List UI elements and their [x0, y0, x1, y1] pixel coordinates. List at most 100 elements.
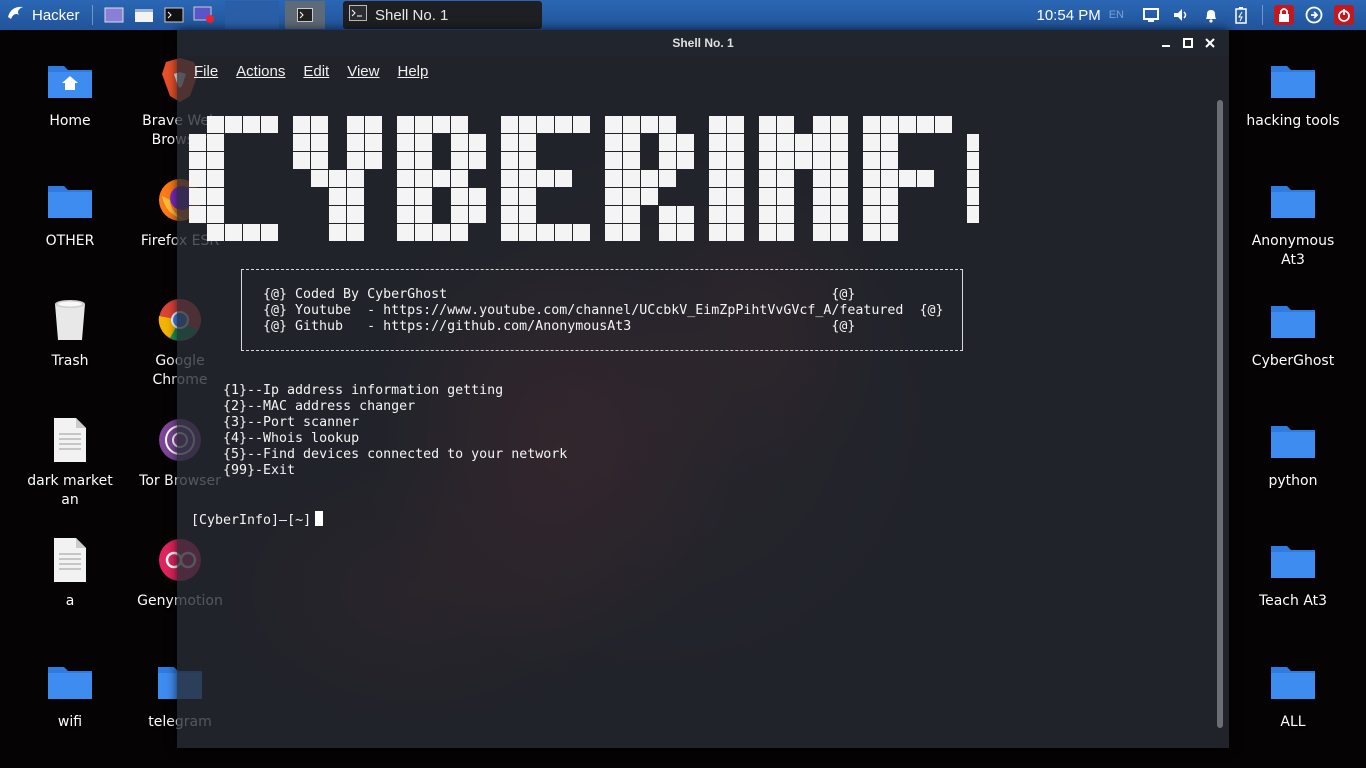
folder-icon	[1271, 66, 1315, 98]
maximize-icon[interactable]	[1177, 32, 1199, 54]
terminal-output[interactable]: {@} Coded By CyberGhost {@} {@} Youtube …	[177, 86, 1215, 748]
info-box-left	[241, 269, 242, 351]
switch-user-icon[interactable]	[1304, 5, 1324, 25]
minimize-icon[interactable]	[1155, 32, 1177, 54]
scrollbar[interactable]	[1217, 100, 1223, 728]
desktop-icon-hacking-tools[interactable]: hacking tools	[1243, 56, 1343, 131]
window-titlebar[interactable]: Shell No. 1	[177, 30, 1229, 56]
info-line-youtube: {@} Youtube - https://www.youtube.com/ch…	[263, 303, 944, 318]
home-folder-icon	[48, 66, 92, 98]
volume-icon[interactable]	[1171, 5, 1191, 25]
desktop-icon-label: hacking tools	[1246, 113, 1340, 129]
banner-letter	[759, 116, 848, 241]
text-cursor	[315, 511, 324, 526]
desktop-icon-all[interactable]: ALL	[1243, 657, 1343, 732]
text-file-icon	[54, 418, 86, 462]
menu-option-1: {1}--Ip address information getting	[223, 383, 504, 398]
desktop-icon-label: a	[65, 593, 75, 609]
desktop-icon-label: Anonymous At3	[1251, 233, 1335, 268]
window-controls	[1155, 30, 1221, 56]
screen-recorder-icon[interactable]	[193, 5, 215, 25]
desktop-icon-teach-at3[interactable]: Teach At3	[1243, 536, 1343, 611]
desktop-icon-label: Teach At3	[1258, 593, 1328, 609]
menu-help[interactable]: Help	[397, 63, 428, 80]
trash-icon	[55, 300, 85, 340]
desktop-icon-label: python	[1268, 473, 1318, 489]
desktop-icon-home[interactable]: Home	[20, 56, 120, 131]
terminal-window[interactable]: Shell No. 1 File Actions Edit View Help …	[177, 30, 1229, 748]
battery-icon[interactable]	[1231, 5, 1251, 25]
menu-view[interactable]: View	[347, 63, 379, 80]
close-icon[interactable]	[1199, 32, 1221, 54]
menu-edit[interactable]: Edit	[303, 63, 329, 80]
lock-screen-icon[interactable]	[1274, 5, 1294, 25]
folder-icon	[48, 186, 92, 218]
prompt-text: [CyberInfo]—[~]	[191, 513, 312, 528]
cyberinfo-ascii-banner	[189, 116, 979, 241]
desktop-icon-anonymous-at3[interactable]: Anonymous At3	[1243, 176, 1343, 270]
taskbar-task-shell[interactable]: Shell No. 1	[343, 1, 542, 29]
folder-icon	[1271, 306, 1315, 338]
menubar: File Actions Edit View Help	[177, 56, 1229, 86]
desktop-icon-label: Home	[49, 113, 91, 129]
window-title: Shell No. 1	[672, 36, 734, 50]
banner-letter	[501, 116, 590, 241]
workspace-1[interactable]	[224, 1, 279, 29]
menu-option-4: {4}--Whois lookup	[223, 431, 360, 446]
kali-dragon-icon	[6, 3, 26, 28]
app-menu-label: Hacker	[32, 6, 80, 24]
info-box-bottom	[241, 350, 963, 351]
workspace-2[interactable]	[284, 1, 325, 29]
banner-letter	[709, 116, 744, 241]
app-menu-button[interactable]: Hacker	[0, 0, 86, 30]
desktop-icon-wifi[interactable]: wifi	[20, 657, 120, 732]
banner-letter	[293, 116, 382, 241]
terminal-launcher-icon[interactable]	[163, 5, 185, 25]
desktop-icon-other[interactable]: OTHER	[20, 176, 120, 251]
menu-option-2: {2}--MAC address changer	[223, 399, 416, 414]
banner-letter	[189, 116, 278, 241]
menu-option-99: {99}-Exit	[223, 463, 296, 478]
desktop-icon-dark-market[interactable]: dark market an	[20, 416, 120, 510]
menu-option-3: {3}--Port scanner	[223, 415, 360, 430]
menu-file[interactable]: File	[194, 63, 218, 80]
text-file-icon	[54, 538, 86, 582]
menu-option-5: {5}--Find devices connected to your netw…	[223, 447, 568, 462]
banner-letter	[605, 116, 694, 241]
folder-icon	[1271, 667, 1315, 699]
task-label: Shell No. 1	[375, 6, 449, 24]
desktop-icon-cyberghost[interactable]: CyberGhost	[1243, 296, 1343, 371]
desktop-icon-label: Trash	[51, 353, 89, 369]
banner-letter	[397, 116, 486, 241]
terminal-workspace-icon	[296, 8, 313, 22]
show-desktop-icon[interactable]	[103, 5, 125, 25]
file-manager-icon[interactable]	[133, 5, 155, 25]
folder-icon	[1271, 546, 1315, 578]
command-prompt[interactable]: [CyberInfo]—[~]	[191, 511, 324, 529]
banner-letter	[967, 134, 979, 223]
power-icon[interactable]	[1334, 5, 1354, 25]
info-box-right	[962, 269, 963, 351]
system-tray: 10:54 PM EN	[1037, 0, 1366, 30]
menu-actions[interactable]: Actions	[236, 63, 285, 80]
desktop-icon-label: wifi	[57, 714, 83, 730]
taskbar: Hacker Shell No. 1 10:54 PM EN	[0, 0, 1366, 30]
taskbar-separator	[91, 5, 93, 25]
desktop-icon-a[interactable]: a	[20, 536, 120, 611]
desktop-icon-python[interactable]: python	[1243, 416, 1343, 491]
notifications-icon[interactable]	[1201, 5, 1221, 25]
clock[interactable]: 10:54 PM	[1037, 7, 1101, 24]
info-box-top	[241, 269, 963, 270]
keyboard-layout[interactable]: EN	[1109, 9, 1124, 21]
desktop-icon-label: OTHER	[45, 233, 95, 249]
desktop-icon-label: CyberGhost	[1251, 353, 1335, 369]
folder-icon	[1271, 186, 1315, 218]
info-line-github: {@} Github - https://github.com/Anonymou…	[263, 319, 856, 334]
desktop-icon-label: dark market an	[27, 473, 113, 508]
folder-icon	[1271, 426, 1315, 458]
info-line-credit: {@} Coded By CyberGhost {@}	[263, 287, 856, 302]
desktop-icon-trash[interactable]: Trash	[20, 296, 120, 371]
display-icon[interactable]	[1141, 5, 1161, 25]
banner-letter	[863, 116, 952, 241]
tray-separator	[1262, 5, 1263, 25]
